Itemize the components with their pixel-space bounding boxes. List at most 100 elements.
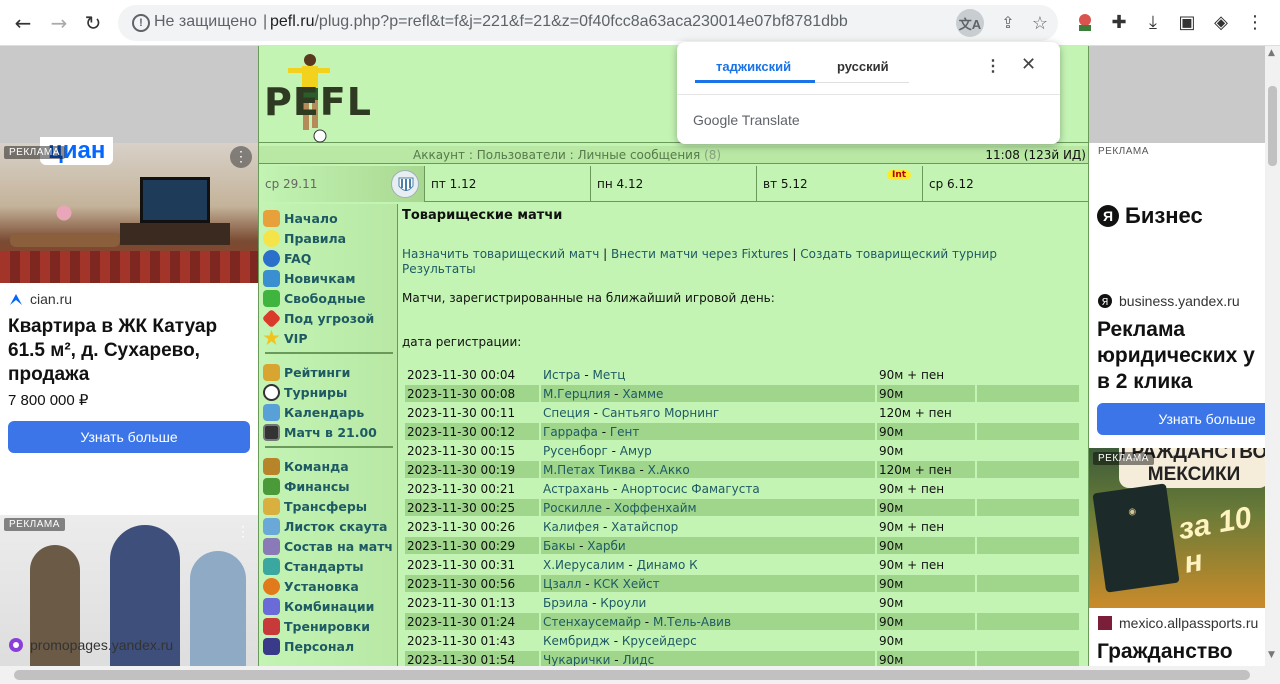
translate-target-tab[interactable]: русский — [837, 59, 889, 74]
away-team-link[interactable]: Х.Акко — [648, 463, 690, 477]
back-arrow-icon[interactable]: ← — [8, 8, 38, 38]
home-team-link[interactable]: Чукарички — [543, 653, 610, 667]
day-item[interactable]: вт 5.12 Int — [757, 166, 923, 202]
nav-training[interactable]: Тренировки — [263, 616, 370, 636]
nav-tactics[interactable]: Установка — [263, 576, 359, 596]
nav-at-risk[interactable]: Под угрозой — [261, 308, 374, 328]
home-team-link[interactable]: Русенборг — [543, 444, 608, 458]
translate-source-tab[interactable]: таджикский — [716, 59, 791, 74]
home-team-link[interactable]: Х.Иерусалим — [543, 558, 625, 572]
home-team-link[interactable]: М.Герцлия — [543, 387, 610, 401]
ad-domain[interactable]: cian.ru — [8, 291, 72, 307]
menu-more-icon[interactable]: ⋮ — [1242, 9, 1268, 35]
ad-headline-2[interactable]: Гражданство — [1097, 639, 1265, 665]
home-team-link[interactable]: Цзалл — [543, 577, 581, 591]
away-team-link[interactable]: Амур — [620, 444, 652, 458]
away-team-link[interactable]: Кроули — [600, 596, 646, 610]
away-team-link[interactable]: Гент — [610, 425, 640, 439]
away-team-link[interactable]: Метц — [593, 368, 626, 382]
home-team-link[interactable]: М.Петах Тиква — [543, 463, 636, 477]
home-team-link[interactable]: Специя — [543, 406, 590, 420]
home-team-link[interactable]: Брэила — [543, 596, 588, 610]
ad-domain-2[interactable]: mexico.allpassports.ru — [1097, 615, 1258, 631]
nav-set-pieces[interactable]: Стандарты — [263, 556, 364, 576]
nav-transfers[interactable]: Трансферы — [263, 496, 367, 516]
nav-rules[interactable]: Правила — [263, 228, 346, 248]
home-team-link[interactable]: Бакы — [543, 539, 575, 553]
nav-combinations[interactable]: Комбинации — [263, 596, 374, 616]
away-team-link[interactable]: Хоффенхайм — [614, 501, 697, 515]
not-secure-label[interactable]: Не защищено — [154, 13, 257, 31]
nav-staff[interactable]: Персонал — [263, 636, 354, 656]
ad-headline[interactable]: Квартира в ЖК Катуар 61.5 м², д. Сухарев… — [8, 315, 253, 387]
messages-link[interactable]: Личные сообщения — [578, 148, 701, 162]
nav-free-agents[interactable]: Свободные — [263, 288, 366, 308]
right-advertisement[interactable]: РЕКЛАМА Я Бизнес Я business.yandex.ru Рек… — [1089, 143, 1265, 666]
reload-icon[interactable]: ↻ — [78, 8, 108, 38]
side-panel-icon[interactable]: ▣ — [1174, 9, 1200, 35]
away-team-link[interactable]: Хатайспор — [611, 520, 678, 534]
nav-lineup[interactable]: Состав на матч — [263, 536, 393, 556]
nav-calendar[interactable]: Календарь — [263, 402, 364, 422]
fixtures-link[interactable]: Внести матчи через Fixtures — [611, 247, 789, 261]
left-advertisement[interactable]: циан РЕКЛАМА ⋮ cian.ru Квартира в ЖК Кат… — [0, 137, 258, 666]
away-team-link[interactable]: Харби — [587, 539, 625, 553]
day-item[interactable]: пн 4.12 — [591, 166, 757, 202]
learn-more-button[interactable]: Узнать больше — [1097, 403, 1265, 435]
ad-options-icon-2[interactable]: ⋮ — [232, 521, 254, 543]
ad-headline[interactable]: Реклама юридических у в 2 клика — [1097, 317, 1265, 395]
nav-team[interactable]: Команда — [263, 456, 349, 476]
bookmark-star-icon[interactable]: ☆ — [1026, 9, 1054, 37]
day-item[interactable]: ср 6.12 — [923, 166, 1088, 202]
home-team-link[interactable]: Гаррафа — [543, 425, 598, 439]
site-logo[interactable]: PEFL — [264, 80, 372, 124]
assign-friendly-link[interactable]: Назначить товарищеский матч — [402, 247, 599, 261]
account-link[interactable]: Аккаунт — [413, 148, 465, 162]
home-team-link[interactable]: Астрахань — [543, 482, 609, 496]
address-bar[interactable]: ! Не защищено | pefl.ru/plug.php?p=refl&… — [118, 5, 1058, 41]
away-team-link[interactable]: М.Тель-Авив — [653, 615, 731, 629]
day-item[interactable]: пт 1.12 — [425, 166, 591, 202]
away-team-link[interactable]: Хамме — [622, 387, 663, 401]
url-text[interactable]: pefl.ru/plug.php?p=refl&t=f&j=221&f=21&z… — [270, 13, 848, 31]
nav-finances[interactable]: Финансы — [263, 476, 350, 496]
ad-domain-2[interactable]: promopages.yandex.ru — [8, 637, 173, 653]
more-options-icon[interactable]: ⋮ — [985, 56, 1001, 76]
away-team-link[interactable]: Сантьяго Морнинг — [602, 406, 719, 420]
away-team-link[interactable]: Анортосис Фамагуста — [621, 482, 760, 496]
home-team-link[interactable]: Истра — [543, 368, 581, 382]
nav-match[interactable]: Матч в 21.00 — [263, 422, 377, 442]
users-link[interactable]: Пользователи — [477, 148, 566, 162]
home-team-link[interactable]: Стенхаусемайр — [543, 615, 641, 629]
away-team-link[interactable]: КСК Хейст — [593, 577, 659, 591]
vertical-scrollbar[interactable]: ▲ ▼ — [1265, 46, 1280, 666]
ad-domain[interactable]: Я business.yandex.ru — [1097, 293, 1240, 309]
diamond-extension-icon[interactable]: ◈ — [1208, 9, 1234, 35]
download-icon[interactable]: ⤓ — [1140, 9, 1166, 35]
forward-arrow-icon[interactable]: → — [44, 8, 74, 38]
away-team-link[interactable]: Лидс — [622, 653, 654, 667]
day-current[interactable]: ср 29.11 — [259, 166, 425, 202]
nav-newcomers[interactable]: Новичкам — [263, 268, 355, 288]
share-icon[interactable]: ⇪ — [994, 9, 1022, 37]
home-team-link[interactable]: Калифея — [543, 520, 599, 534]
results-link[interactable]: Результаты — [402, 262, 476, 276]
extensions-puzzle-icon[interactable]: ✚ — [1106, 9, 1132, 35]
home-team-link[interactable]: Кембридж — [543, 634, 610, 648]
nav-vip[interactable]: VIP — [263, 328, 308, 348]
nav-home[interactable]: Начало — [263, 208, 338, 228]
away-team-link[interactable]: Динамо К — [637, 558, 698, 572]
not-secure-icon[interactable]: ! — [132, 14, 150, 32]
nav-faq[interactable]: FAQ — [263, 248, 311, 268]
nav-tournaments[interactable]: Турниры — [263, 382, 347, 402]
home-team-link[interactable]: Роскилле — [543, 501, 602, 515]
ad-options-icon[interactable]: ⋮ — [230, 146, 252, 168]
nav-ratings[interactable]: Рейтинги — [263, 362, 350, 382]
mexico-passport-banner[interactable]: ГРАЖДАНСТВО МЕКСИКИ ◉ за 10 н РЕКЛАМА — [1089, 448, 1265, 608]
apartment-photo[interactable] — [0, 143, 258, 283]
learn-more-button[interactable]: Узнать больше — [8, 421, 250, 453]
translate-icon[interactable]: 文A — [956, 9, 984, 37]
away-team-link[interactable]: Крусейдерс — [622, 634, 697, 648]
close-icon[interactable]: ✕ — [1021, 54, 1036, 75]
nav-scout-sheet[interactable]: Листок скаута — [263, 516, 387, 536]
